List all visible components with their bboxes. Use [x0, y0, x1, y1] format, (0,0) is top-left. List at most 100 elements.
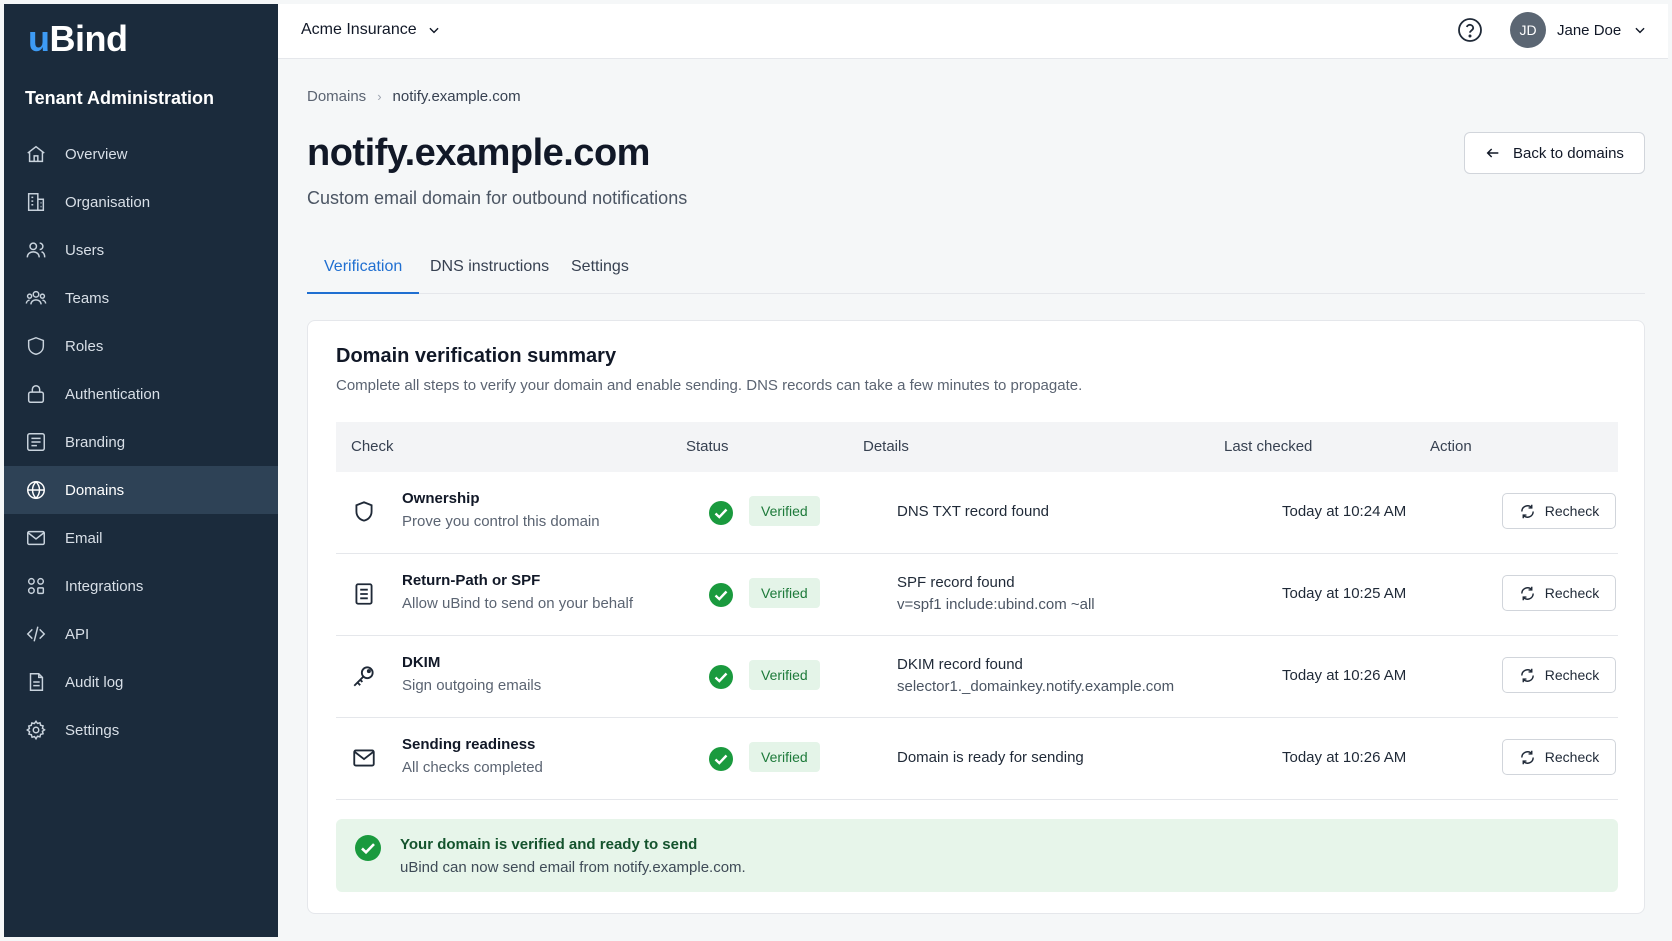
- tab-dns-instructions[interactable]: DNS instructions: [430, 258, 549, 294]
- shield-icon: [355, 501, 373, 522]
- table-row: Ownership Prove you control this domain …: [336, 472, 1618, 554]
- sidebar-item-api[interactable]: API: [4, 610, 278, 658]
- last-checked: Today at 10:25 AM: [1282, 585, 1407, 602]
- check-details: DKIM record found: [897, 656, 1023, 673]
- banner-title: Your domain is verified and ready to sen…: [400, 836, 698, 853]
- user-menu[interactable]: JD Jane Doe: [1510, 12, 1647, 48]
- recheck-button[interactable]: Recheck: [1502, 657, 1616, 693]
- ubind-logo[interactable]: uBind: [28, 18, 128, 60]
- sidebar-item-teams[interactable]: Teams: [4, 274, 278, 322]
- teams-icon: [25, 290, 47, 305]
- check-name: Return-Path or SPF: [402, 572, 541, 589]
- sidebar: uBind Tenant Administration Overview Org…: [4, 4, 278, 937]
- page-subtitle: Custom email domain for outbound notific…: [307, 188, 688, 208]
- recheck-label: Recheck: [1544, 749, 1600, 765]
- sidebar-item-label: Settings: [65, 721, 120, 739]
- check-description: All checks completed: [402, 759, 543, 776]
- column-header-last-checked: Last checked: [1224, 438, 1313, 455]
- check-name: DKIM: [402, 654, 441, 671]
- help-icon[interactable]: [1456, 16, 1484, 44]
- gear-icon: [26, 720, 46, 741]
- tab-bar: Verification DNS instructions Settings: [307, 250, 1645, 294]
- building-icon: [27, 193, 45, 211]
- recheck-label: Recheck: [1544, 585, 1600, 601]
- recheck-button[interactable]: Recheck: [1502, 739, 1616, 775]
- sidebar-item-label: Overview: [65, 145, 128, 163]
- globe-icon: [27, 480, 45, 500]
- column-header-details: Details: [863, 438, 909, 455]
- table-row: DKIM Sign outgoing emails Verified DKIM …: [336, 636, 1618, 718]
- chevron-right-icon: ›: [377, 89, 382, 104]
- chevron-down-icon: [429, 27, 439, 34]
- arrow-left-icon: [1486, 148, 1499, 158]
- tab-settings[interactable]: Settings: [571, 258, 629, 294]
- check-description: Sign outgoing emails: [402, 677, 542, 694]
- document-icon: [355, 583, 373, 605]
- sidebar-item-label: Domains: [65, 481, 125, 499]
- check-name: Ownership: [402, 490, 480, 507]
- integrations-icon: [27, 577, 45, 595]
- sidebar-item-label: Integrations: [65, 577, 144, 595]
- check-details: DNS TXT record found: [897, 503, 1050, 520]
- sidebar-item-label: Branding: [65, 433, 126, 451]
- recheck-label: Recheck: [1544, 503, 1600, 519]
- recheck-button[interactable]: Recheck: [1502, 575, 1616, 611]
- sidebar-item-label: API: [65, 625, 90, 643]
- sidebar-item-branding[interactable]: Branding: [4, 418, 278, 466]
- tab-verification[interactable]: Verification: [307, 258, 420, 294]
- sidebar-item-settings[interactable]: Settings: [4, 706, 278, 754]
- last-checked: Today at 10:24 AM: [1282, 503, 1407, 520]
- sidebar-item-users[interactable]: Users: [4, 226, 278, 274]
- key-icon: [353, 666, 374, 687]
- status-badge: Verified: [749, 660, 820, 690]
- check-circle-icon: [355, 835, 381, 861]
- breadcrumb: Domains › notify.example.com: [307, 88, 521, 105]
- recheck-label: Recheck: [1544, 667, 1600, 683]
- sidebar-item-label: Email: [65, 529, 103, 547]
- refresh-icon: [1520, 750, 1534, 764]
- sidebar-nav: Overview Organisation Users Teams Roles …: [4, 130, 278, 754]
- tenant-switcher[interactable]: Acme Insurance: [301, 21, 441, 39]
- breadcrumb-current: notify.example.com: [392, 88, 521, 105]
- card-description: Complete all steps to verify your domain…: [336, 377, 1083, 394]
- last-checked: Today at 10:26 AM: [1282, 749, 1407, 766]
- check-circle-icon: [709, 747, 733, 771]
- column-header-status: Status: [686, 438, 729, 455]
- document-icon: [29, 673, 44, 691]
- breadcrumb-domains-link[interactable]: Domains: [307, 88, 366, 105]
- page-title: notify.example.com: [307, 132, 650, 174]
- back-to-domains-label: Back to domains: [1513, 144, 1624, 162]
- tenant-name: Acme Insurance: [301, 21, 417, 38]
- palette-icon: [27, 433, 45, 451]
- sidebar-item-organisation[interactable]: Organisation: [4, 178, 278, 226]
- logo-text: Bind: [49, 18, 128, 59]
- last-checked: Today at 10:26 AM: [1282, 667, 1407, 684]
- verification-summary-card: Domain verification summary Complete all…: [307, 320, 1645, 914]
- sidebar-item-label: Teams: [65, 289, 110, 307]
- check-details: SPF record found: [897, 574, 1015, 591]
- sidebar-item-overview[interactable]: Overview: [4, 130, 278, 178]
- refresh-icon: [1520, 668, 1534, 682]
- sidebar-item-authentication[interactable]: Authentication: [4, 370, 278, 418]
- shield-icon: [27, 336, 45, 356]
- status-badge: Verified: [749, 742, 820, 772]
- check-details-record: v=spf1 include:ubind.com ~all: [897, 596, 1095, 613]
- check-description: Prove you control this domain: [402, 513, 600, 530]
- recheck-button[interactable]: Recheck: [1502, 493, 1616, 529]
- back-to-domains-button[interactable]: Back to domains: [1464, 132, 1645, 174]
- check-description: Allow uBind to send on your behalf: [402, 595, 633, 612]
- refresh-icon: [1520, 504, 1534, 518]
- sidebar-item-audit-log[interactable]: Audit log: [4, 658, 278, 706]
- sidebar-item-roles[interactable]: Roles: [4, 322, 278, 370]
- check-circle-icon: [709, 501, 733, 525]
- banner-text: uBind can now send email from notify.exa…: [400, 859, 746, 876]
- sidebar-item-domains[interactable]: Domains: [4, 466, 278, 514]
- sidebar-item-label: Organisation: [65, 193, 151, 211]
- sidebar-item-email[interactable]: Email: [4, 514, 278, 562]
- table-row: Return-Path or SPF Allow uBind to send o…: [336, 554, 1618, 636]
- logo-u: u: [28, 18, 50, 59]
- status-badge: Verified: [749, 496, 820, 526]
- card-title: Domain verification summary: [336, 345, 617, 367]
- sidebar-item-integrations[interactable]: Integrations: [4, 562, 278, 610]
- mail-icon: [27, 530, 45, 546]
